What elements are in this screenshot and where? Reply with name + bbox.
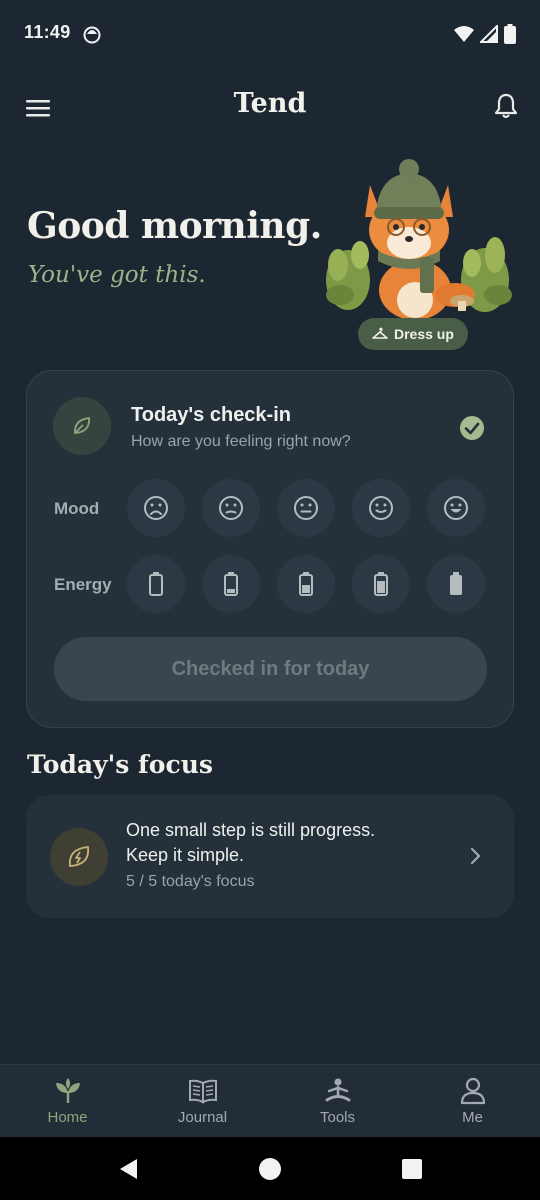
happy-face-icon <box>444 496 468 520</box>
energy-option-low[interactable] <box>202 555 260 613</box>
battery-low-icon <box>224 572 238 596</box>
dress-up-button[interactable]: Dress up <box>358 318 468 350</box>
focus-heading: Today's focus <box>27 750 213 779</box>
system-navigation-bar <box>0 1137 540 1200</box>
energy-option-empty[interactable] <box>127 555 185 613</box>
battery-high-icon <box>374 572 388 596</box>
chevron-right-icon <box>470 847 481 865</box>
leaf-bolt-icon <box>68 846 90 867</box>
mood-option-slightly-happy[interactable] <box>352 479 410 537</box>
battery-full-icon <box>450 572 462 595</box>
focus-card[interactable]: One small step is still progress. Keep i… <box>26 795 514 918</box>
nav-home-label: Home <box>47 1109 88 1126</box>
greeting-title: Good morning. <box>27 205 322 247</box>
home-circle-icon[interactable] <box>258 1157 282 1181</box>
status-icons <box>454 24 516 44</box>
nav-me[interactable]: Me <box>405 1065 540 1138</box>
focus-progress: 5 / 5 today's focus <box>126 873 255 890</box>
nav-tools-label: Tools <box>319 1109 356 1126</box>
bell-icon <box>494 93 518 119</box>
signal-icon <box>480 25 498 43</box>
battery-icon <box>504 24 516 44</box>
checked-in-button[interactable]: Checked in for today <box>54 637 487 701</box>
leaf-badge <box>53 397 111 455</box>
checkin-card: Today's check-in How are you feeling rig… <box>26 370 514 728</box>
hanger-icon <box>372 327 388 339</box>
nav-journal[interactable]: Journal <box>135 1065 270 1138</box>
status-time: 11:49 <box>24 22 71 42</box>
app-bar: Tend <box>0 80 540 132</box>
focus-message-line2: Keep it simple. <box>126 845 245 865</box>
fox-mascot-illustration <box>326 159 512 320</box>
battery-empty-icon <box>149 572 163 596</box>
wifi-icon <box>454 26 474 42</box>
mood-option-very-sad[interactable] <box>127 479 185 537</box>
energy-option-medium[interactable] <box>277 555 335 613</box>
checkin-subtitle: How are you feeling right now? <box>131 433 351 450</box>
nav-journal-label: Journal <box>177 1109 228 1126</box>
mood-option-happy[interactable] <box>427 479 485 537</box>
left-bush <box>326 241 370 310</box>
focus-badge <box>50 828 108 886</box>
energy-label: Energy <box>54 575 112 594</box>
meditation-icon <box>325 1078 350 1102</box>
slightly-smiling-face-icon <box>369 496 393 520</box>
very-sad-face-icon <box>144 496 168 520</box>
leaf-icon <box>74 416 90 434</box>
recents-square-icon[interactable] <box>400 1157 424 1181</box>
book-icon <box>188 1079 217 1104</box>
back-icon[interactable] <box>117 1157 141 1181</box>
mood-option-neutral[interactable] <box>277 479 335 537</box>
bottom-navigation: Home Journal Tools Me <box>0 1064 540 1137</box>
app-notification-icon <box>83 26 101 44</box>
dress-up-label: Dress up <box>394 326 454 342</box>
status-bar: 11:49 <box>0 0 540 70</box>
check-circle-icon <box>460 416 484 440</box>
sprout-icon <box>55 1078 80 1103</box>
nav-me-label: Me <box>462 1109 483 1126</box>
greeting-subtitle: You've got this. <box>28 262 206 288</box>
mood-option-slightly-sad[interactable] <box>202 479 260 537</box>
focus-message-line1: One small step is still progress. <box>126 820 376 840</box>
energy-option-full[interactable] <box>427 555 485 613</box>
energy-option-high[interactable] <box>352 555 410 613</box>
notifications-button[interactable] <box>486 86 526 126</box>
nav-tools[interactable]: Tools <box>270 1065 405 1138</box>
neutral-face-icon <box>294 496 318 520</box>
mood-label: Mood <box>54 499 100 518</box>
battery-medium-icon <box>299 572 313 596</box>
app-title: Tend <box>233 88 307 119</box>
person-icon <box>460 1077 485 1105</box>
nav-home[interactable]: Home <box>0 1065 135 1138</box>
checkin-title: Today's check-in <box>131 404 291 426</box>
slightly-sad-face-icon <box>219 496 243 520</box>
